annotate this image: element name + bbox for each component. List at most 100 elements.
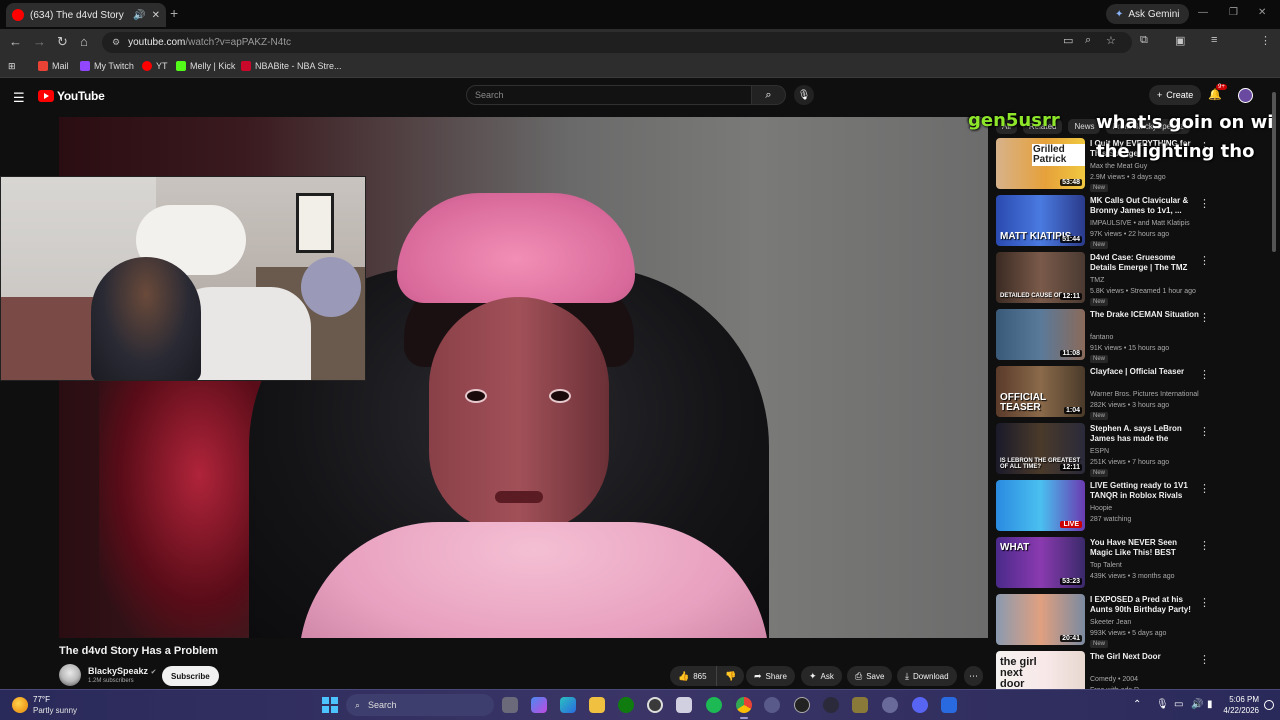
notification-center-icon[interactable]	[1264, 700, 1274, 710]
spotify-icon[interactable]	[706, 697, 722, 713]
recommendation-title[interactable]: Clayface | Official Teaser	[1090, 367, 1200, 377]
media-player-icon[interactable]	[794, 697, 810, 713]
recommendation-channel[interactable]: ESPN	[1090, 447, 1109, 457]
store-icon[interactable]	[676, 697, 692, 713]
recommendation-item[interactable]: OFFICIAL TEASER 1:04 Clayface | Official T…	[996, 366, 1271, 420]
recommendation-channel[interactable]: Top Talent	[1090, 561, 1122, 571]
windows-start-icon[interactable]	[322, 697, 338, 713]
recommendation-channel[interactable]: Warner Bros. Pictures International	[1090, 390, 1199, 400]
site-info-icon[interactable]: ⚙	[112, 37, 120, 48]
extensions-icon[interactable]: ⧉	[1140, 34, 1148, 47]
download-button[interactable]: ⤓ Download	[897, 666, 957, 686]
recommendation-item[interactable]: IS LEBRON THE GREATEST OF ALL TIME? 12:11…	[996, 423, 1271, 477]
speaker-icon[interactable]: 🔊	[133, 10, 145, 21]
copilot-icon[interactable]	[531, 697, 547, 713]
app-window-icon[interactable]	[941, 697, 957, 713]
forward-arrow-icon[interactable]: →	[33, 34, 46, 49]
zoom-icon[interactable]: ⌕	[1085, 34, 1091, 47]
more-options-icon[interactable]: ⋮	[1199, 197, 1210, 210]
taskbar-search-box[interactable]: ⌕ Search	[346, 694, 494, 716]
like-button[interactable]: 👍 865	[670, 666, 717, 686]
home-icon[interactable]: ⌂	[80, 34, 88, 49]
video-thumbnail[interactable]: 11:08	[996, 309, 1085, 360]
video-thumbnail[interactable]: OFFICIAL TEASER 1:04	[996, 366, 1085, 417]
recommendation-title[interactable]: The Drake ICEMAN Situation	[1090, 310, 1200, 320]
more-options-icon[interactable]: ⋮	[1199, 539, 1210, 552]
more-options-icon[interactable]: ⋮	[1199, 254, 1210, 267]
microphone-tray-icon[interactable]: 🎙	[1156, 699, 1169, 710]
recommendation-title[interactable]: Stephen A. says LeBron James has made th…	[1090, 424, 1200, 445]
menu-icon[interactable]: ☰	[13, 90, 25, 106]
address-bar[interactable]: ⚙ youtube.com/watch?v=apPAKZ-N4tc	[102, 32, 1132, 53]
taskbar-clock-time[interactable]: 5:06 PM	[1223, 695, 1259, 704]
recommendation-item[interactable]: DETAILED CAUSE OF 12:11 D4vd Case: Gruesom…	[996, 252, 1271, 306]
recommendation-channel[interactable]: Max the Meat Guy	[1090, 162, 1147, 172]
weather-description[interactable]: Partly sunny	[33, 706, 77, 715]
recommendation-item[interactable]: 20:41 I EXPOSED a Pred at his Aunts 90th …	[996, 594, 1271, 648]
share-button[interactable]: ➦ Share	[746, 666, 795, 686]
restore-icon[interactable]: ❐	[1229, 7, 1238, 18]
side-panel-icon[interactable]: ▣	[1175, 34, 1185, 47]
more-options-icon[interactable]: ⋮	[1199, 425, 1210, 438]
discord-icon[interactable]	[912, 697, 928, 713]
recommendation-channel[interactable]: Comedy • 2004	[1090, 675, 1138, 685]
window-close-icon[interactable]: ✕	[1258, 7, 1266, 18]
save-button[interactable]: ⎙ Save	[847, 666, 893, 686]
tray-chevron-icon[interactable]: ⌃	[1133, 699, 1141, 710]
notes-icon[interactable]	[852, 697, 868, 713]
recommendation-title[interactable]: MK Calls Out Clavicular & Bronny James t…	[1090, 196, 1200, 216]
youtube-logo[interactable]: YouTube	[38, 89, 105, 103]
more-options-icon[interactable]: ⋮	[1199, 596, 1210, 609]
account-avatar[interactable]	[1238, 88, 1253, 103]
create-button[interactable]: + Create	[1149, 85, 1202, 105]
recommendation-item[interactable]: 11:08 The Drake ICEMAN Situation fantano 91…	[996, 309, 1271, 363]
volume-icon[interactable]: 🔊	[1191, 699, 1203, 710]
media-controls-icon[interactable]: ≡	[1211, 34, 1217, 46]
obs-icon[interactable]	[823, 697, 839, 713]
recommendation-title[interactable]: I EXPOSED a Pred at his Aunts 90th Birth…	[1090, 595, 1200, 615]
bookmark-nbabite[interactable]: NBABite - NBA Stre...	[241, 61, 342, 71]
reload-icon[interactable]: ↻	[57, 34, 68, 50]
network-icon[interactable]: ▭	[1174, 699, 1183, 710]
recommendation-item[interactable]: MATT KIATIPIS 51:44 MK Calls Out Clavicula…	[996, 195, 1271, 249]
more-actions-button[interactable]: ⋯	[964, 666, 983, 686]
gear-app-icon[interactable]	[882, 697, 898, 713]
xbox-icon[interactable]	[618, 697, 634, 713]
recommendation-title[interactable]: The Girl Next Door	[1090, 652, 1200, 662]
ask-button[interactable]: ✦ Ask	[801, 666, 842, 686]
cast-icon[interactable]: ▭	[1063, 34, 1073, 47]
edge-icon[interactable]	[560, 697, 576, 713]
subscribe-button[interactable]: Subscribe	[162, 666, 219, 686]
bookmark-star-icon[interactable]: ☆	[1106, 34, 1116, 47]
search-input[interactable]	[466, 85, 752, 105]
dislike-button[interactable]: 👎	[716, 666, 745, 686]
page-scrollbar[interactable]	[1271, 86, 1277, 686]
video-thumbnail[interactable]: MATT KIATIPIS 51:44	[996, 195, 1085, 246]
bookmark-yt[interactable]: YT	[142, 61, 168, 71]
minimize-icon[interactable]: —	[1198, 7, 1208, 18]
recommendation-item[interactable]: WHAT 53:23 You Have NEVER Seen Magic Like …	[996, 537, 1271, 591]
settings-icon[interactable]	[764, 697, 780, 713]
channel-name[interactable]: BlackySpeakz ✔	[88, 666, 156, 676]
close-tab-icon[interactable]: ✕	[152, 10, 160, 21]
more-options-icon[interactable]: ⋮	[1199, 311, 1210, 324]
weather-sun-icon[interactable]	[12, 697, 28, 713]
video-thumbnail[interactable]: DETAILED CAUSE OF 12:11	[996, 252, 1085, 303]
scrollbar-thumb[interactable]	[1272, 92, 1276, 252]
github-icon[interactable]	[647, 697, 663, 713]
recommendation-channel[interactable]: Hoopie	[1090, 504, 1112, 514]
video-thumbnail[interactable]: IS LEBRON THE GREATEST OF ALL TIME? 12:11	[996, 423, 1085, 474]
back-arrow-icon[interactable]: ←	[9, 34, 22, 49]
video-thumbnail[interactable]: WHAT 53:23	[996, 537, 1085, 588]
bookmark-kick[interactable]: Melly | Kick	[176, 61, 235, 71]
recommendation-title[interactable]: D4vd Case: Gruesome Details Emerge | The…	[1090, 253, 1200, 274]
chrome-icon[interactable]	[736, 697, 752, 713]
bookmark-twitch[interactable]: My Twitch	[80, 61, 134, 71]
weather-temperature[interactable]: 77°F	[33, 695, 50, 704]
bookmark-mail[interactable]: Mail	[38, 61, 69, 71]
recommendation-channel[interactable]: fantano	[1090, 333, 1113, 343]
recommendation-channel[interactable]: Skeeter Jean	[1090, 618, 1131, 628]
ask-gemini-button[interactable]: ✦ Ask Gemini	[1106, 4, 1189, 24]
video-thumbnail[interactable]: Grilled Patrick 53:48	[996, 138, 1085, 189]
voice-search-button[interactable]: 🎙	[794, 85, 814, 105]
